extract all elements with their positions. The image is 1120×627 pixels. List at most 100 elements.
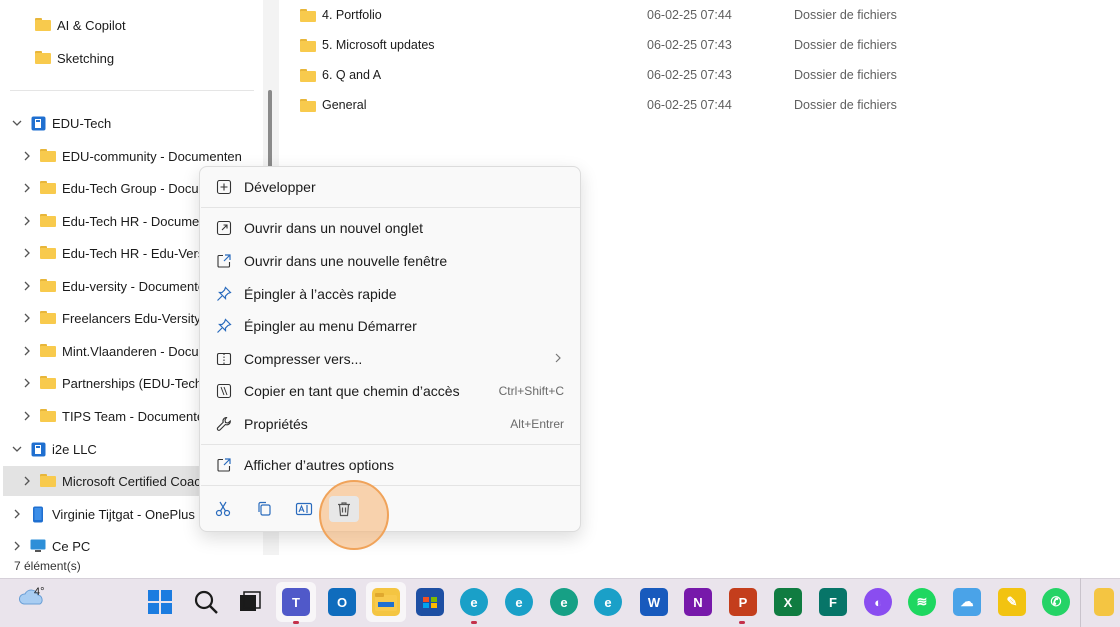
folder-icon bbox=[40, 474, 56, 488]
copy-button[interactable] bbox=[249, 496, 279, 522]
search-icon[interactable] bbox=[192, 588, 220, 616]
chevron-right-icon[interactable] bbox=[20, 214, 34, 228]
file-row[interactable]: General 06-02-25 07:44 Dossier de fichie… bbox=[300, 90, 920, 120]
chevron-right-icon[interactable] bbox=[20, 279, 34, 293]
sidebar-item-label: Edu-Tech HR - Edu-Versit bbox=[62, 245, 211, 261]
chevron-right-icon[interactable] bbox=[20, 376, 34, 390]
edge-profile-icon[interactable]: e bbox=[550, 588, 578, 616]
file-row[interactable]: 5. Microsoft updates 06-02-25 07:43 Doss… bbox=[300, 30, 920, 60]
file-type: Dossier de fichiers bbox=[794, 38, 897, 52]
rename-icon bbox=[295, 502, 313, 516]
powerpoint-icon[interactable]: P bbox=[729, 588, 757, 616]
folder-icon bbox=[300, 98, 316, 112]
menu-item-pin-start[interactable]: Épingler au menu Démarrer bbox=[206, 311, 574, 341]
menu-shortcut: Alt+Entrer bbox=[510, 417, 564, 431]
sidebar-item-this-pc[interactable]: Ce PC bbox=[10, 531, 90, 555]
teams-running-indicator bbox=[293, 621, 299, 624]
chevron-right-icon[interactable] bbox=[10, 507, 24, 521]
menu-item-label: Épingler à l’accès rapide bbox=[244, 286, 397, 302]
menu-item-label: Propriétés bbox=[244, 416, 308, 432]
sharepoint-icon bbox=[30, 442, 46, 456]
sidebar-item-label: TIPS Team - Documenten bbox=[62, 408, 212, 424]
sidebar-item-edu-tech[interactable]: EDU-Tech bbox=[10, 108, 111, 138]
expand-icon bbox=[214, 177, 234, 197]
copilot-icon[interactable]: ◐ bbox=[864, 588, 892, 616]
edge-profile-icon[interactable]: e bbox=[505, 588, 533, 616]
sticky-notes-icon[interactable]: ✎ bbox=[998, 588, 1026, 616]
teams-icon[interactable]: T bbox=[282, 588, 310, 616]
chevron-right-icon[interactable] bbox=[20, 311, 34, 325]
file-type: Dossier de fichiers bbox=[794, 8, 897, 22]
menu-item-label: Ouvrir dans une nouvelle fenêtre bbox=[244, 253, 448, 269]
excel-icon[interactable]: X bbox=[774, 588, 802, 616]
menu-item-properties[interactable]: Propriétés Alt+Entrer bbox=[206, 409, 574, 439]
file-explorer-icon[interactable] bbox=[372, 588, 400, 616]
sidebar-item-label: AI & Copilot bbox=[57, 17, 126, 33]
file-row[interactable]: 6. Q and A 06-02-25 07:43 Dossier de fic… bbox=[300, 60, 920, 90]
chevron-right-icon[interactable] bbox=[20, 246, 34, 260]
delete-button[interactable] bbox=[329, 496, 359, 522]
edge-running-indicator bbox=[471, 621, 477, 624]
sidebar-item-tips-team[interactable]: TIPS Team - Documenten bbox=[20, 401, 211, 431]
menu-item-open-new-window[interactable]: Ouvrir dans une nouvelle fenêtre bbox=[206, 246, 574, 276]
sidebar-item-freelancers[interactable]: Freelancers Edu-Versity - bbox=[20, 303, 209, 333]
chevron-right-icon[interactable] bbox=[20, 344, 34, 358]
app-icon[interactable]: ☁ bbox=[953, 588, 981, 616]
forms-icon[interactable]: F bbox=[819, 588, 847, 616]
chevron-right-icon bbox=[554, 352, 562, 366]
menu-item-compress[interactable]: Compresser vers... bbox=[206, 344, 574, 374]
sidebar-item-partnerships[interactable]: Partnerships (EDU-Tech)- bbox=[20, 368, 211, 398]
folder-icon bbox=[40, 409, 56, 423]
sidebar-item-edu-tech-group[interactable]: Edu-Tech Group - Docum bbox=[20, 173, 209, 203]
cut-button[interactable] bbox=[208, 496, 238, 522]
sidebar-item-label: Mint.Vlaanderen - Docum bbox=[62, 343, 210, 359]
sidebar-item-ai-copilot[interactable]: AI & Copilot bbox=[35, 10, 126, 40]
task-view-icon[interactable] bbox=[236, 588, 264, 616]
file-name: General bbox=[322, 98, 367, 112]
file-date: 06-02-25 07:43 bbox=[647, 68, 732, 82]
chevron-down-icon[interactable] bbox=[10, 442, 24, 456]
menu-item-copy-path[interactable]: Copier en tant que chemin d’accès Ctrl+S… bbox=[206, 376, 574, 406]
chevron-right-icon[interactable] bbox=[20, 181, 34, 195]
overflow-folder-icon[interactable] bbox=[1094, 588, 1114, 616]
folder-icon bbox=[40, 376, 56, 390]
whatsapp-icon[interactable]: ✆ bbox=[1042, 588, 1070, 616]
sidebar-item-edu-versity[interactable]: Edu-versity - Documente bbox=[20, 271, 205, 301]
chevron-right-icon[interactable] bbox=[20, 474, 34, 488]
word-icon[interactable]: W bbox=[640, 588, 668, 616]
chevron-right-icon[interactable] bbox=[20, 149, 34, 163]
menu-item-pin-quick-access[interactable]: Épingler à l’accès rapide bbox=[206, 279, 574, 309]
folder-icon bbox=[300, 38, 316, 52]
sidebar-item-label: Edu-versity - Documente bbox=[62, 278, 206, 294]
sidebar-item-label: Edu-Tech HR - Document bbox=[62, 213, 211, 229]
sidebar-item-phone[interactable]: Virginie Tijtgat - OnePlus N bbox=[10, 499, 208, 529]
sidebar-item-edu-tech-hr-eduversity[interactable]: Edu-Tech HR - Edu-Versit bbox=[20, 238, 211, 268]
sidebar-item-i2e-llc[interactable]: i2e LLC bbox=[10, 434, 97, 464]
folder-icon bbox=[40, 149, 56, 163]
edge-icon[interactable]: e bbox=[460, 588, 488, 616]
spotify-icon[interactable]: ≋ bbox=[908, 588, 936, 616]
menu-item-open-new-tab[interactable]: Ouvrir dans un nouvel onglet bbox=[206, 213, 574, 243]
rename-button[interactable] bbox=[289, 496, 319, 522]
start-icon[interactable] bbox=[146, 588, 174, 616]
chevron-down-icon[interactable] bbox=[10, 116, 24, 130]
sidebar-item-sketching[interactable]: Sketching bbox=[35, 43, 114, 73]
edge-profile-icon[interactable]: e bbox=[594, 588, 622, 616]
pin-icon bbox=[214, 316, 234, 336]
sidebar-item-label: i2e LLC bbox=[52, 441, 97, 457]
menu-item-more-options[interactable]: Afficher d’autres options bbox=[206, 450, 574, 480]
menu-item-expand[interactable]: Développer bbox=[206, 172, 574, 202]
onenote-icon[interactable]: N bbox=[684, 588, 712, 616]
menu-divider bbox=[201, 207, 580, 208]
file-row[interactable]: 4. Portfolio 06-02-25 07:44 Dossier de f… bbox=[300, 0, 920, 30]
store-icon[interactable] bbox=[416, 588, 444, 616]
wrench-icon bbox=[214, 414, 234, 434]
folder-icon bbox=[40, 344, 56, 358]
powerpoint-running-indicator bbox=[739, 621, 745, 624]
chevron-right-icon[interactable] bbox=[10, 539, 24, 553]
more-options-icon bbox=[214, 455, 234, 475]
sidebar-item-edu-tech-hr-documents[interactable]: Edu-Tech HR - Document bbox=[20, 206, 210, 236]
sidebar-item-mint-vlaanderen[interactable]: Mint.Vlaanderen - Docum bbox=[20, 336, 209, 366]
chevron-right-icon[interactable] bbox=[20, 409, 34, 423]
outlook-icon[interactable]: O bbox=[328, 588, 356, 616]
